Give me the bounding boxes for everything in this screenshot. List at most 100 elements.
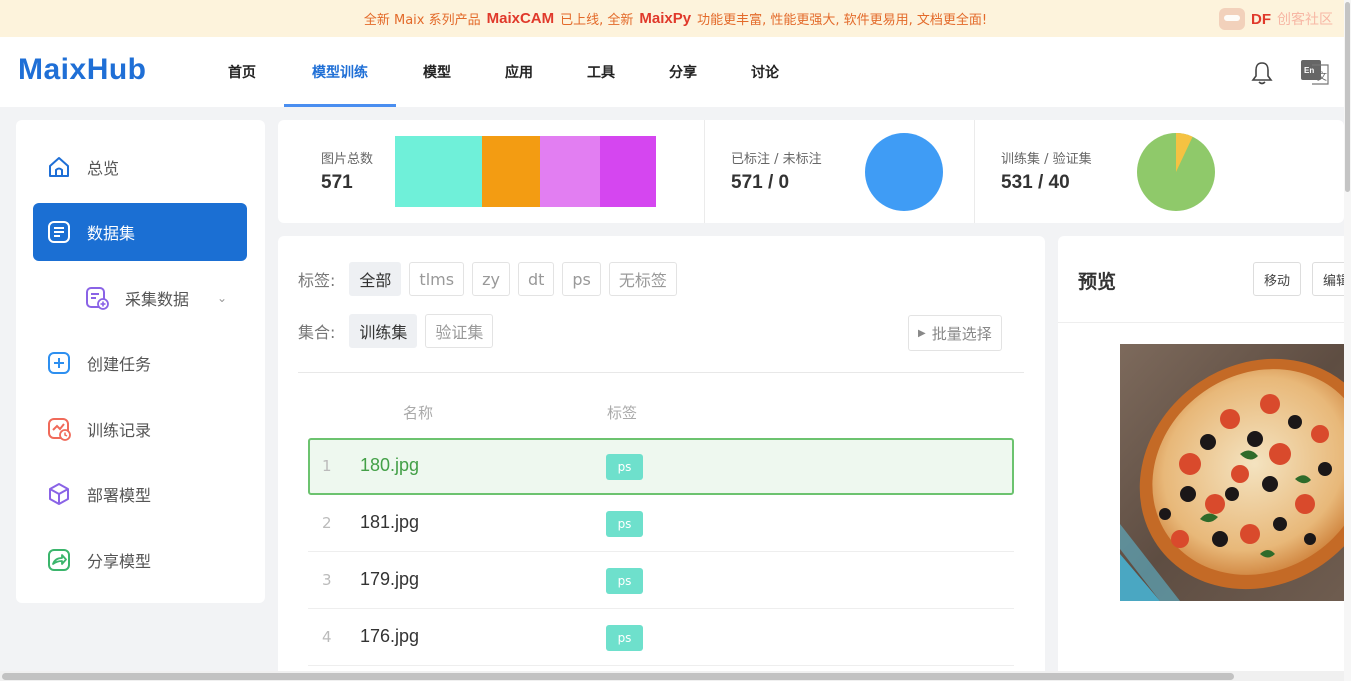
tag-distribution-bar (395, 136, 656, 207)
chevron-down-icon[interactable]: ⌄ (217, 291, 227, 305)
sidebar-item-collect-data[interactable]: 采集数据 ⌄ (33, 269, 247, 327)
scrollbar-thumb[interactable] (1345, 2, 1350, 192)
stat-label: 图片总数 (321, 152, 374, 167)
banner-prefix: 全新 Maix 系列产品 (363, 13, 481, 28)
df-logo-text: DF (1251, 10, 1271, 28)
edit-button[interactable]: 编辑 (1312, 262, 1344, 296)
sidebar-item-label: 数据集 (87, 224, 136, 243)
horizontal-scrollbar[interactable] (0, 671, 1344, 681)
table-row[interactable]: 1 180.jpg ps (308, 438, 1014, 495)
sidebar-item-deploy-model[interactable]: 部署模型 (33, 465, 247, 523)
tag-segment (540, 136, 600, 207)
train-val-pie-chart (1137, 133, 1215, 211)
sidebar-item-label: 创建任务 (87, 355, 152, 374)
scrollbar-thumb[interactable] (2, 673, 1234, 680)
set-filter-train[interactable]: 训练集 (349, 314, 418, 348)
row-filename: 180.jpg (360, 455, 420, 475)
tag-filter-label: 标签: (298, 271, 336, 290)
svg-text:文: 文 (1317, 70, 1327, 83)
banner-product-maixpy: MaixPy (639, 10, 692, 27)
main-nav: 首页 模型训练 模型 应用 工具 分享 讨论 (200, 37, 806, 107)
brand-logo[interactable]: MaixHub (18, 53, 147, 87)
column-header-name[interactable]: 名称 (403, 402, 433, 423)
nav-models[interactable]: 模型 (396, 37, 478, 107)
divider (1058, 322, 1344, 323)
preview-image[interactable] (1120, 344, 1344, 601)
dataset-stats: 图片总数 571 已标注 / 未标注 571 / 0 训练集 / 验证集 531… (278, 120, 1344, 223)
column-header-tag[interactable]: 标签 (607, 402, 637, 423)
row-tag-badge: ps (606, 511, 643, 537)
stat-label: 已标注 / 未标注 (731, 152, 822, 167)
row-filename: 181.jpg (360, 512, 420, 532)
move-button[interactable]: 移动 (1253, 262, 1302, 296)
bell-icon[interactable] (1251, 60, 1273, 86)
sidebar: 总览 数据集 采集数据 ⌄ 创建任务 训练记录 部署模型 分享模型 (16, 120, 265, 603)
tag-filter-zy[interactable]: zy (472, 262, 510, 296)
row-index: 1 (322, 457, 332, 475)
batch-select-button[interactable]: ▶ 批量选择 (908, 315, 1002, 351)
table-row[interactable]: 4 176.jpg ps (308, 610, 1014, 666)
sidebar-item-label: 总览 (87, 159, 120, 178)
tag-filter-dt[interactable]: dt (517, 262, 555, 296)
plus-square-icon (45, 349, 73, 377)
row-tag-badge: ps (606, 625, 643, 651)
tag-filter-ps[interactable]: ps (562, 262, 601, 296)
nav-home[interactable]: 首页 (200, 37, 284, 107)
add-file-icon (83, 284, 111, 312)
sidebar-item-create-task[interactable]: 创建任务 (33, 334, 247, 392)
table-row[interactable]: 2 181.jpg ps (308, 496, 1014, 552)
banner-middle: 已上线, 全新 (560, 13, 634, 28)
sidebar-item-training-records[interactable]: 训练记录 (33, 400, 247, 458)
set-filter-label: 集合: (298, 323, 336, 342)
banner-product-maixcam: MaixCAM (486, 10, 555, 27)
stat-labeled: 已标注 / 未标注 571 / 0 (704, 120, 974, 223)
row-tag-badge: ps (606, 454, 643, 480)
announcement-banner[interactable]: 全新 Maix 系列产品 MaixCAM 已上线, 全新 MaixPy 功能更丰… (0, 0, 1351, 37)
nav-tools[interactable]: 工具 (560, 37, 642, 107)
preview-panel: 预览 移动 编辑 (1058, 236, 1344, 681)
language-switch-icon[interactable]: En 文 (1300, 59, 1330, 85)
labeled-pie-chart (865, 133, 943, 211)
svg-text:En: En (1304, 66, 1314, 75)
tag-filter-all[interactable]: 全部 (349, 262, 402, 296)
preview-title: 预览 (1078, 271, 1117, 293)
set-filter-val[interactable]: 验证集 (425, 314, 494, 348)
stat-train-val: 训练集 / 验证集 531 / 40 (974, 120, 1344, 223)
row-filename: 176.jpg (360, 626, 420, 646)
tag-segment (600, 136, 656, 207)
stat-label: 训练集 / 验证集 (1001, 152, 1092, 167)
row-tag-badge: ps (606, 568, 643, 594)
tag-segment (482, 136, 540, 207)
sidebar-item-share-model[interactable]: 分享模型 (33, 531, 247, 589)
df-partner-logo[interactable]: DF 创客社区 (1219, 8, 1333, 30)
sidebar-item-dataset[interactable]: 数据集 (33, 203, 247, 261)
stat-total-images: 图片总数 571 (278, 120, 704, 223)
sidebar-item-label: 部署模型 (87, 486, 152, 505)
batch-select-label: 批量选择 (931, 324, 992, 343)
table-row[interactable]: 3 179.jpg ps (308, 553, 1014, 609)
stat-value: 571 (321, 172, 353, 193)
share-icon (45, 546, 73, 574)
divider (298, 372, 1024, 373)
nav-discuss[interactable]: 讨论 (724, 37, 806, 107)
tag-filter-tlms[interactable]: tlms (409, 262, 465, 296)
cube-icon (45, 480, 73, 508)
vertical-scrollbar[interactable] (1344, 0, 1351, 681)
row-filename: 179.jpg (360, 569, 420, 589)
nav-apps[interactable]: 应用 (478, 37, 560, 107)
labeled-slice (865, 133, 943, 211)
row-index: 2 (322, 514, 332, 532)
sidebar-item-overview[interactable]: 总览 (33, 138, 247, 196)
sidebar-item-label: 训练记录 (87, 421, 152, 440)
nav-model-training[interactable]: 模型训练 (284, 37, 396, 107)
home-icon (45, 153, 73, 181)
caret-right-icon: ▶ (918, 327, 926, 339)
stat-value: 571 / 0 (731, 172, 790, 193)
tag-segment (395, 136, 482, 207)
row-index: 4 (322, 628, 332, 646)
tag-filter-untagged[interactable]: 无标签 (608, 262, 677, 296)
robot-icon (1219, 8, 1245, 30)
nav-share[interactable]: 分享 (642, 37, 724, 107)
top-header: MaixHub 首页 模型训练 模型 应用 工具 分享 讨论 (0, 37, 1344, 107)
sidebar-item-label: 分享模型 (87, 552, 152, 571)
